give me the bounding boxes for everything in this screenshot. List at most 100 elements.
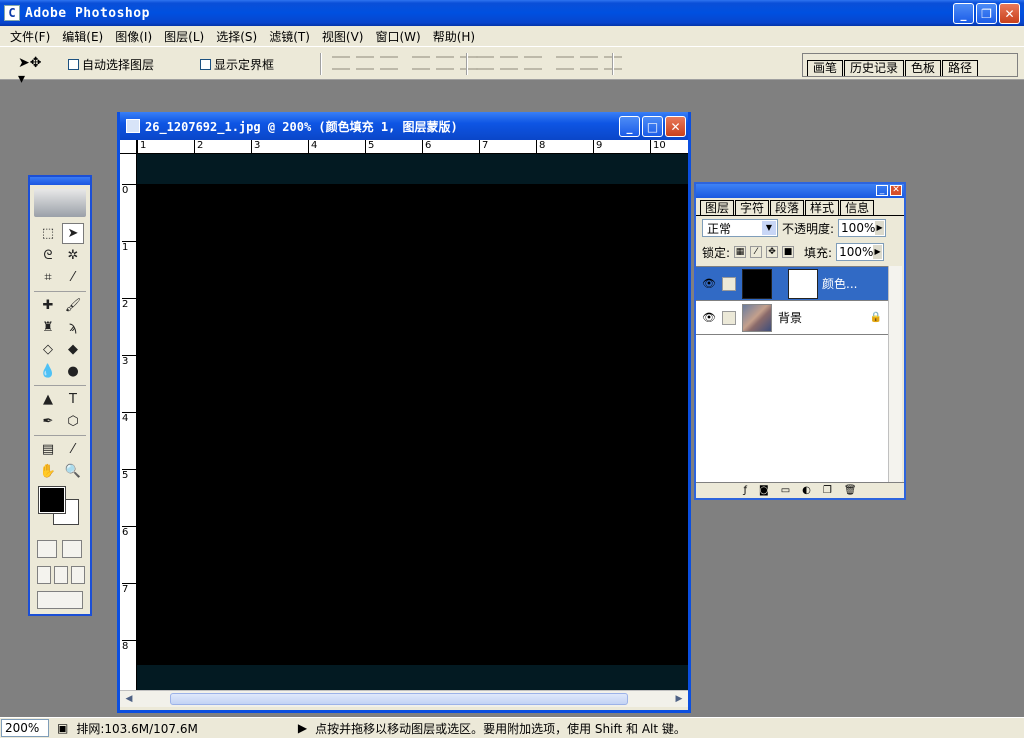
new-group-icon[interactable]: ▭ (781, 485, 790, 496)
document-close-button[interactable]: ✕ (665, 116, 686, 137)
add-mask-icon[interactable]: ◙ (759, 485, 769, 496)
lock-transparency-icon[interactable]: ▦ (734, 246, 747, 258)
path-selection-tool-icon[interactable]: ▲ (37, 389, 59, 410)
eye-icon[interactable]: 👁 (700, 277, 718, 290)
tab-styles[interactable]: 样式 (805, 200, 840, 215)
well-tab-history[interactable]: 历史记录 (844, 60, 905, 76)
document-maximize-button[interactable]: □ (642, 116, 663, 137)
type-tool-icon[interactable]: T (62, 389, 84, 410)
dodge-tool-icon[interactable]: ● (62, 361, 84, 382)
pen-tool-icon[interactable]: ✒ (37, 411, 59, 432)
mask-thumbnail[interactable] (788, 268, 818, 299)
move-tool-icon[interactable]: ➤ (62, 223, 84, 244)
photo-thumbnail[interactable] (742, 303, 772, 332)
tab-paragraph[interactable]: 段落 (770, 200, 805, 215)
distribute-hcenter-icon[interactable] (580, 56, 598, 70)
marquee-tool-icon[interactable]: ⬚ (37, 223, 59, 244)
palette-minimize-button[interactable]: _ (876, 185, 888, 196)
distribute-top-icon[interactable] (476, 56, 494, 70)
vertical-ruler[interactable]: 0 1 2 3 4 5 6 7 8 (120, 154, 137, 699)
lock-pixels-icon[interactable]: ⁄ (750, 246, 763, 258)
standard-mode-icon[interactable] (37, 540, 57, 558)
standard-screen-icon[interactable] (37, 566, 51, 584)
zoom-field[interactable]: 200% (1, 719, 49, 737)
layer-mask-link-indicator[interactable] (722, 276, 736, 291)
opacity-arrow-icon[interactable]: ▶ (875, 221, 885, 235)
menu-view[interactable]: 视图(V) (316, 28, 370, 45)
layer-row-background[interactable]: 👁 背景 🔒 (696, 301, 888, 335)
layer-row-color-fill[interactable]: 👁 颜色... (696, 267, 888, 301)
close-button[interactable]: ✕ (999, 3, 1020, 24)
palette-title-bar[interactable]: _ ✕ (696, 184, 904, 198)
menu-layer[interactable]: 图层(L) (158, 28, 210, 45)
zoom-tool-icon[interactable]: 🔍 (62, 461, 84, 482)
layers-scrollbar[interactable] (888, 266, 902, 482)
well-tab-swatches[interactable]: 色板 (905, 60, 942, 76)
layer-style-icon[interactable]: ƒ (743, 485, 747, 496)
horizontal-scrollbar[interactable]: ◀ ▶ (120, 690, 688, 707)
canvas-content[interactable] (137, 184, 688, 665)
align-hcenter-icon[interactable] (436, 56, 454, 70)
adjustment-layer-icon[interactable]: ◐ (802, 485, 811, 496)
paint-bucket-tool-icon[interactable]: ◆ (62, 339, 84, 360)
doc-info-icon[interactable]: ▣ (57, 721, 68, 735)
ruler-origin[interactable] (120, 140, 137, 154)
blur-tool-icon[interactable]: 💧 (37, 361, 59, 382)
distribute-vcenter-icon[interactable] (500, 56, 518, 70)
foreground-color-swatch[interactable] (38, 486, 66, 514)
healing-brush-tool-icon[interactable]: ✚ (37, 295, 59, 316)
well-tab-paths[interactable]: 路径 (942, 60, 979, 76)
full-screen-menu-icon[interactable] (54, 566, 68, 584)
toolbox-title-bar[interactable] (30, 177, 90, 185)
show-bounding-box-checkbox[interactable]: 显示定界框 (200, 56, 274, 73)
tab-info[interactable]: 信息 (840, 200, 875, 215)
scroll-right-icon[interactable]: ▶ (672, 693, 686, 705)
menu-help[interactable]: 帮助(H) (427, 28, 481, 45)
distribute-left-icon[interactable] (556, 56, 574, 70)
blend-mode-select[interactable]: 正常 ▼ (702, 219, 778, 237)
menu-select[interactable]: 选择(S) (210, 28, 263, 45)
clone-stamp-tool-icon[interactable]: ♜ (37, 317, 59, 338)
full-screen-icon[interactable] (71, 566, 85, 584)
menu-window[interactable]: 窗口(W) (369, 28, 426, 45)
restore-button[interactable]: ❐ (976, 3, 997, 24)
lock-all-icon[interactable]: ■ (782, 246, 795, 258)
auto-select-layer-checkbox[interactable]: 自动选择图层 (68, 56, 154, 73)
notes-tool-icon[interactable]: ▤ (37, 439, 59, 460)
tab-layers[interactable]: 图层 (700, 200, 735, 215)
align-top-icon[interactable] (332, 56, 350, 70)
checkbox-box[interactable] (200, 59, 211, 70)
tab-character[interactable]: 字符 (735, 200, 770, 215)
opacity-input[interactable]: 100% ▶ (838, 219, 887, 237)
menu-filter[interactable]: 滤镜(T) (263, 28, 316, 45)
new-layer-icon[interactable]: ❐ (823, 485, 832, 496)
image-canvas[interactable] (137, 154, 688, 690)
menu-file[interactable]: 文件(F) (4, 28, 56, 45)
minimize-button[interactable]: _ (953, 3, 974, 24)
align-vcenter-icon[interactable] (356, 56, 374, 70)
status-menu-arrow-icon[interactable]: ▶ (298, 721, 307, 735)
menu-image[interactable]: 图像(I) (109, 28, 158, 45)
distribute-bottom-icon[interactable] (524, 56, 542, 70)
menu-edit[interactable]: 编辑(E) (56, 28, 109, 45)
move-tool-preset-icon[interactable]: ➤✥ ▾ (18, 55, 44, 87)
document-title-bar[interactable]: 26_1207692_1.jpg @ 200% (颜色填充 1, 图层蒙版) _… (120, 112, 688, 140)
slice-tool-icon[interactable]: ⁄ (62, 267, 84, 288)
align-bottom-icon[interactable] (380, 56, 398, 70)
horizontal-ruler[interactable]: 1 2 3 4 5 6 7 8 9 10 (137, 140, 688, 154)
eyedropper-tool-icon[interactable]: ⁄ (62, 439, 84, 460)
fill-thumbnail[interactable] (742, 268, 772, 299)
document-minimize-button[interactable]: _ (619, 116, 640, 137)
align-left-icon[interactable] (412, 56, 430, 70)
scroll-left-icon[interactable]: ◀ (122, 693, 136, 705)
hand-tool-icon[interactable]: ✋ (37, 461, 59, 482)
trash-icon[interactable]: 🗑 (844, 485, 857, 496)
jump-to-imageready-icon[interactable] (37, 591, 83, 609)
eraser-tool-icon[interactable]: ◇ (37, 339, 59, 360)
brush-tool-icon[interactable]: 🖌 (62, 295, 84, 316)
magic-wand-tool-icon[interactable]: ✲ (62, 245, 84, 266)
crop-tool-icon[interactable]: ⌗ (37, 267, 59, 288)
photoshop-logo-icon[interactable] (34, 189, 86, 217)
shape-tool-icon[interactable]: ⬡ (62, 411, 84, 432)
scroll-thumb[interactable] (170, 693, 628, 705)
